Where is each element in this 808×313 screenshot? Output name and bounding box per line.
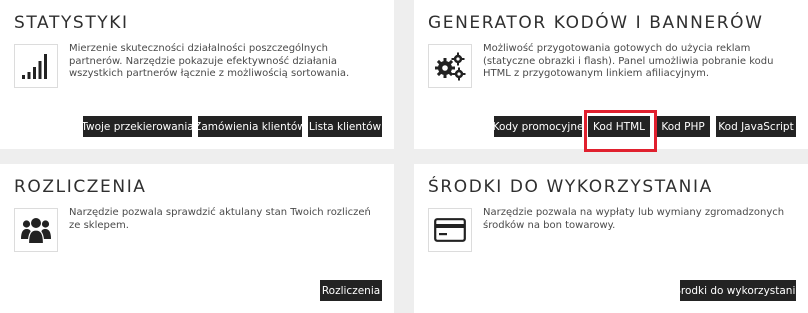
card-statystyki: STATYSTYKI Mierzenie skuteczności działa…	[0, 0, 394, 149]
rozliczenia-button[interactable]: Rozliczenia	[320, 280, 382, 301]
card-description: Możliwość przygotowania gotowych do użyc…	[483, 43, 774, 79]
card-title: ROZLICZENIA	[14, 177, 147, 197]
kod-php-button[interactable]: Kod PHP	[656, 116, 710, 137]
card-description: Mierzenie skuteczności działalności posz…	[69, 43, 350, 79]
button-row: Twoje przekierowania Zamówienia klientów…	[81, 116, 382, 137]
card-title: STATYSTYKI	[14, 13, 129, 33]
kody-promocyjne-button[interactable]: Kody promocyjne	[493, 116, 583, 137]
srodki-do-wykorzystania-button[interactable]: Środki do wykorzystania	[674, 280, 802, 301]
credit-card-icon	[428, 208, 472, 252]
card-generator: GENERATOR KODÓW I BANNERÓW Możliwość prz…	[414, 0, 808, 152]
button-row: Środki do wykorzystania	[674, 280, 802, 301]
zamowienia-klientow-button[interactable]: Zamówienia klientów	[194, 116, 306, 137]
card-description: Narzędzie pozwala sprawdzić aktulany sta…	[69, 207, 371, 231]
card-title: ŚRODKI DO WYKORZYSTANIA	[428, 177, 713, 197]
card-rozliczenia: ROZLICZENIA Narzędzie pozwala sprawdzić …	[0, 164, 394, 313]
lista-klientow-button[interactable]: Lista klientów	[308, 116, 382, 137]
button-row: Rozliczenia	[320, 280, 382, 301]
card-description: Narzędzie pozwala na wypłaty lub wymiany…	[483, 207, 785, 231]
kod-javascript-button[interactable]: Kod JavaScript	[716, 116, 796, 137]
gears-icon	[428, 44, 472, 88]
card-srodki: ŚRODKI DO WYKORZYSTANIA Narzędzie pozwal…	[414, 164, 808, 313]
twoje-przekierowania-button[interactable]: Twoje przekierowania	[81, 116, 194, 137]
bar-chart-icon	[14, 44, 58, 88]
users-icon	[14, 208, 58, 252]
card-title: GENERATOR KODÓW I BANNERÓW	[428, 13, 764, 33]
kod-html-highlight	[584, 110, 657, 152]
